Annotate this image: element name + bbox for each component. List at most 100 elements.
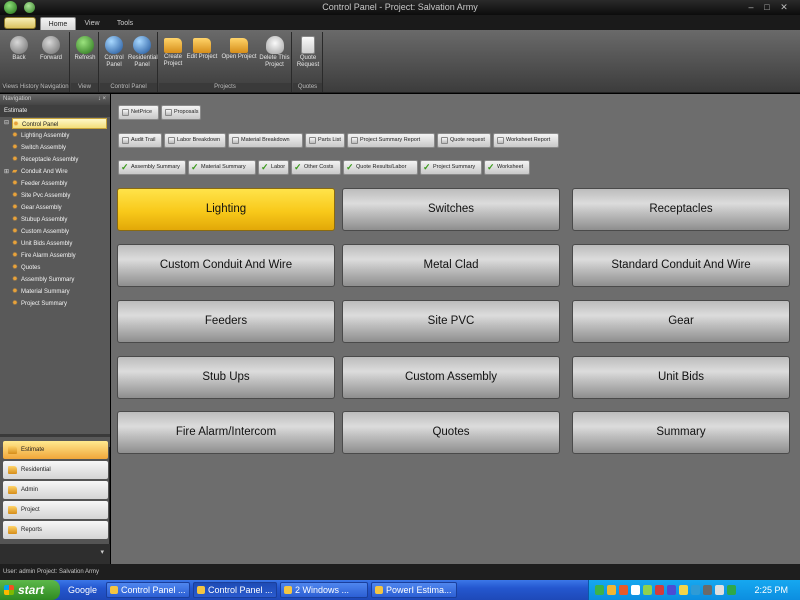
assembly-summary-button[interactable]: ✓Assembly Summary <box>118 160 186 175</box>
labor-breakdown-button[interactable]: Labor Breakdown <box>164 133 226 148</box>
tile-custom-conduit-and-wire[interactable]: Custom Conduit And Wire <box>117 244 335 287</box>
project-summary-report-button[interactable]: Project Summary Report <box>347 133 435 148</box>
taskbar-item-power-estimator[interactable]: PowerI Estima... <box>371 582 457 598</box>
nav-button-residential[interactable]: Residential <box>3 461 108 479</box>
google-quicklaunch[interactable]: Google <box>68 582 97 598</box>
tray-icon[interactable] <box>679 585 688 595</box>
worksheet-report-button[interactable]: Worksheet Report <box>493 133 559 148</box>
tray-icon[interactable] <box>691 585 700 595</box>
tray-icon[interactable] <box>631 585 640 595</box>
application-menu-button[interactable] <box>4 17 36 29</box>
other-costs-button[interactable]: ✓Other Costs <box>291 160 341 175</box>
tree-item-project-summary[interactable]: ✹Project Summary <box>12 298 107 309</box>
tile-switches[interactable]: Switches <box>342 188 560 231</box>
back-button[interactable]: Back <box>5 34 33 80</box>
tile-fire-alarm-intercom[interactable]: Fire Alarm/Intercom <box>117 411 335 454</box>
tree-item-feeder-assembly[interactable]: ✹Feeder Assembly <box>12 178 107 189</box>
tab-home[interactable]: Home <box>40 17 76 30</box>
network-icon[interactable] <box>727 585 736 595</box>
tile-quotes[interactable]: Quotes <box>342 411 560 454</box>
app-icon <box>375 586 383 594</box>
taskbar-clock[interactable]: 2:25 PM <box>754 580 788 600</box>
tray-icon[interactable] <box>643 585 652 595</box>
tab-view[interactable]: View <box>80 17 104 30</box>
close-icon[interactable]: ✕ <box>777 2 791 13</box>
quote-results-labor-button[interactable]: ✓Quote Results/Labor <box>343 160 418 175</box>
taskbar-item-2-windows[interactable]: 2 Windows ... <box>280 582 368 598</box>
tree-item-switch-assembly[interactable]: ✹Switch Assembly <box>12 142 107 153</box>
speaker-icon[interactable] <box>715 585 724 595</box>
delete-project-button[interactable]: Delete This Project <box>259 34 290 80</box>
globe-icon <box>133 36 151 54</box>
tray-icon[interactable] <box>655 585 664 595</box>
edit-project-button[interactable]: Edit Project <box>185 34 219 80</box>
tree-item-gear-assembly[interactable]: ✹Gear Assembly <box>12 202 107 213</box>
maximize-icon[interactable]: □ <box>760 2 774 13</box>
tree-item-control-panel[interactable]: ✹Control Panel <box>12 118 107 129</box>
refresh-button[interactable]: Refresh <box>73 34 97 80</box>
folder-icon <box>8 486 17 494</box>
tile-metal-clad[interactable]: Metal Clad <box>342 244 560 287</box>
audit-trail-button[interactable]: Audit Trail <box>118 133 162 148</box>
tab-netprice[interactable]: NetPrice <box>118 105 159 120</box>
tree-item-site-pvc-assembly[interactable]: ✹Site Pvc Assembly <box>12 190 107 201</box>
tree-item-material-summary[interactable]: ✹Material Summary <box>12 286 107 297</box>
tree-item-custom-assembly[interactable]: ✹Custom Assembly <box>12 226 107 237</box>
tree-item-assembly-summary[interactable]: ✹Assembly Summary <box>12 274 107 285</box>
pane-splitter[interactable] <box>0 434 110 437</box>
checkmark-icon: ✓ <box>121 162 129 173</box>
quote-request-report-button[interactable]: Quote request <box>437 133 491 148</box>
pane-pin-close-icon[interactable]: ↓ × <box>98 94 106 105</box>
tile-stub-ups[interactable]: Stub Ups <box>117 356 335 399</box>
start-button[interactable]: start <box>0 580 60 600</box>
tree-item-receptacle-assembly[interactable]: ✹Receptacle Assembly <box>12 154 107 165</box>
tray-icon[interactable] <box>703 585 712 595</box>
material-breakdown-button[interactable]: Material Breakdown <box>228 133 303 148</box>
open-project-label: Open Project <box>221 54 256 60</box>
tile-gear[interactable]: Gear <box>572 300 790 343</box>
nav-button-estimate[interactable]: Estimate <box>3 441 108 459</box>
create-project-button[interactable]: Create Project <box>161 34 185 80</box>
forward-button[interactable]: Forward <box>36 34 66 80</box>
tree-item-stubup-assembly[interactable]: ✹Stubup Assembly <box>12 214 107 225</box>
tab-tools[interactable]: Tools <box>112 17 138 30</box>
project-summary-button[interactable]: ✓Project Summary <box>420 160 482 175</box>
clipboard-icon <box>301 36 315 54</box>
tile-summary[interactable]: Summary <box>572 411 790 454</box>
tree-item-fire-alarm-assembly[interactable]: ✹Fire Alarm Assembly <box>12 250 107 261</box>
taskbar-item-control-panel-1[interactable]: Control Panel ... <box>106 582 190 598</box>
quote-request-button[interactable]: Quote Request <box>295 34 321 80</box>
nav-button-project[interactable]: Project <box>3 501 108 519</box>
nav-button-reports[interactable]: Reports <box>3 521 108 539</box>
parts-list-button[interactable]: Parts List <box>305 133 345 148</box>
tile-receptacles[interactable]: Receptacles <box>572 188 790 231</box>
tree-item-quotes[interactable]: ✹Quotes <box>12 262 107 273</box>
tile-standard-conduit-and-wire[interactable]: Standard Conduit And Wire <box>572 244 790 287</box>
tray-icon[interactable] <box>619 585 628 595</box>
tile-lighting[interactable]: Lighting <box>117 188 335 231</box>
tree-expander-icon[interactable]: ⊞ <box>4 168 9 175</box>
chevron-down-icon[interactable]: ▾ <box>100 548 104 556</box>
worksheet-button[interactable]: ✓Worksheet <box>484 160 530 175</box>
tray-icon[interactable] <box>607 585 616 595</box>
tree-item-unit-bids-assembly[interactable]: ✹Unit Bids Assembly <box>12 238 107 249</box>
tree-item-lighting-assembly[interactable]: ✹Lighting Assembly <box>12 130 107 141</box>
minimize-icon[interactable]: – <box>744 2 758 13</box>
tray-icon[interactable] <box>595 585 604 595</box>
tile-custom-assembly[interactable]: Custom Assembly <box>342 356 560 399</box>
tile-site-pvc[interactable]: Site PVC <box>342 300 560 343</box>
tray-icon[interactable] <box>667 585 676 595</box>
tile-feeders[interactable]: Feeders <box>117 300 335 343</box>
residential-panel-button[interactable]: Residential Panel <box>128 34 156 80</box>
control-panel-button[interactable]: Control Panel <box>102 34 126 80</box>
nav-button-admin[interactable]: Admin <box>3 481 108 499</box>
tree-item-conduit-and-wire[interactable]: ▰Conduit And Wire <box>12 166 107 177</box>
report-icon <box>309 137 316 144</box>
tree-expander-icon[interactable]: ⊟ <box>4 119 9 126</box>
tile-unit-bids[interactable]: Unit Bids <box>572 356 790 399</box>
taskbar-item-control-panel-2[interactable]: Control Panel ... <box>193 582 277 598</box>
open-project-button[interactable]: Open Project <box>220 34 258 80</box>
material-summary-button[interactable]: ✓Material Summary <box>188 160 256 175</box>
labor-button[interactable]: ✓Labor <box>258 160 289 175</box>
tab-proposals[interactable]: Proposals <box>161 105 201 120</box>
